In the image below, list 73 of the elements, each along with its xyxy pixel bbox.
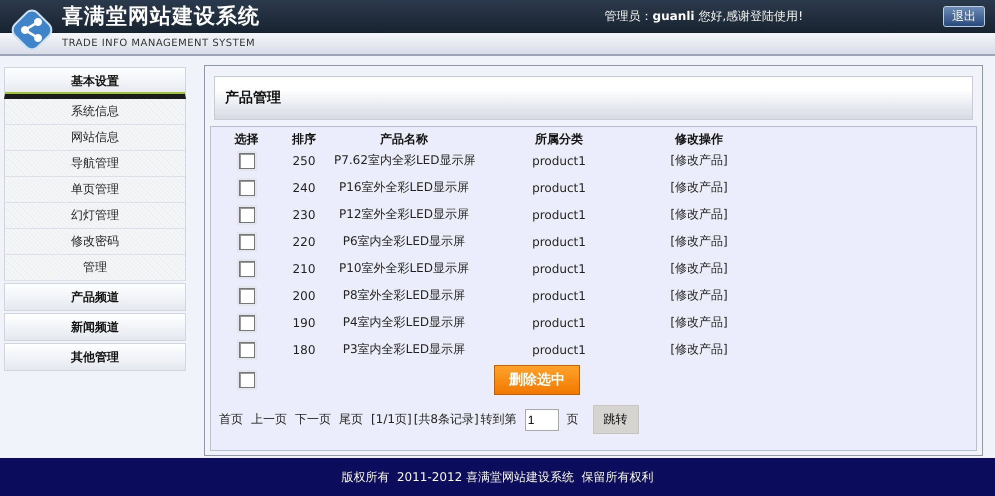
edit-link[interactable]: [修改产品] — [644, 152, 754, 169]
table-cell-text: 250 — [292, 154, 316, 168]
pagination-link[interactable]: 首页 — [219, 411, 243, 428]
checkbox[interactable] — [238, 152, 254, 168]
sidebar-group-header[interactable]: 新闻频道 — [4, 313, 186, 341]
page-info: [1/1页] — [371, 411, 412, 428]
table-cell-text: 190 — [292, 316, 316, 330]
sidebar-item[interactable]: 单页管理 — [4, 177, 186, 203]
page-unit: 页 — [566, 411, 579, 428]
table-cell: P7.62室内全彩LED显示屏 — [334, 152, 474, 169]
table-cell-text: product1 — [531, 180, 587, 194]
pagination-link[interactable]: 下一页 — [295, 411, 331, 428]
table-cell-text: P16室外全彩LED显示屏 — [338, 179, 470, 196]
checkbox[interactable] — [238, 288, 254, 304]
checkbox[interactable] — [238, 314, 254, 330]
table-cell-text: product1 — [531, 316, 587, 330]
sidebar-item[interactable]: 管理 — [4, 255, 186, 281]
checkbox[interactable] — [238, 342, 254, 358]
column-header: 修改操作 — [674, 131, 724, 148]
table-cell-text: 210 — [292, 262, 316, 276]
checkbox[interactable] — [238, 372, 254, 388]
table-cell-text: P10室外全彩LED显示屏 — [338, 260, 470, 277]
panel-title: 产品管理 — [214, 76, 973, 120]
table-cell-text: P6室内全彩LED显示屏 — [342, 233, 466, 250]
table-cell-text: 240 — [292, 180, 316, 194]
record-count: [共8条记录] — [414, 411, 479, 428]
table-cell-text: 200 — [292, 288, 316, 302]
table-cell-text: 180 — [292, 342, 316, 356]
edit-link[interactable]: [修改产品] — [644, 341, 754, 358]
sidebar-item[interactable]: 导航管理 — [4, 151, 186, 177]
sidebar-item[interactable]: 修改密码 — [4, 229, 186, 255]
sidebar-group-header[interactable]: 其他管理 — [4, 343, 186, 371]
goto-label: 转到第 — [480, 411, 517, 428]
copyright-text: 版权所有 2011-2012 喜满堂网站建设系统 保留所有权利 — [341, 468, 654, 486]
page-input[interactable]: 1 — [524, 408, 559, 430]
sidebar-group-header[interactable]: 基本设置 — [4, 67, 186, 99]
sidebar-item[interactable]: 系统信息 — [4, 99, 186, 125]
table-cell-text: product1 — [531, 154, 587, 168]
edit-link[interactable]: [修改产品] — [644, 233, 754, 250]
table-cell-text: P3室内全彩LED显示屏 — [342, 341, 466, 358]
table-cell-text: product1 — [531, 288, 587, 302]
table-cell-text: 230 — [292, 208, 316, 222]
site-title: 喜满堂网站建设系统 — [62, 2, 260, 30]
column-header: 选择 — [234, 131, 260, 148]
jump-button[interactable]: 跳转 — [592, 405, 639, 434]
table-cell-text: product1 — [531, 342, 587, 356]
sidebar-group-header[interactable]: 产品频道 — [4, 283, 186, 311]
edit-link[interactable]: [修改产品] — [644, 287, 754, 304]
pagination-link[interactable]: 上一页 — [251, 411, 287, 428]
checkbox[interactable] — [238, 180, 254, 196]
sidebar-item[interactable]: 幻灯管理 — [4, 203, 186, 229]
table-cell-text: product1 — [531, 234, 587, 248]
edit-link[interactable]: [修改产品] — [644, 260, 754, 277]
edit-link[interactable]: [修改产品] — [644, 179, 754, 196]
sidebar-item[interactable]: 网站信息 — [4, 125, 186, 151]
pagination-link[interactable]: 尾页 — [339, 411, 363, 428]
table-cell-text: product1 — [531, 262, 587, 276]
column-header: 产品名称 — [379, 131, 429, 148]
edit-link[interactable]: [修改产品] — [644, 314, 754, 331]
edit-link[interactable]: [修改产品] — [644, 206, 754, 223]
table-cell-text: P8室外全彩LED显示屏 — [342, 287, 466, 304]
checkbox[interactable] — [238, 260, 254, 276]
checkbox[interactable] — [238, 206, 254, 222]
site-subtitle: TRADE INFO MANAGEMENT SYSTEM — [62, 38, 256, 49]
column-header: 所属分类 — [534, 131, 584, 148]
table-cell-text: product1 — [531, 208, 587, 222]
logout-button[interactable]: 退出 — [943, 6, 985, 27]
table-cell-text: P4室内全彩LED显示屏 — [342, 314, 466, 331]
table-cell-text: P12室外全彩LED显示屏 — [338, 206, 470, 223]
checkbox[interactable] — [238, 234, 254, 250]
table-cell-text: 220 — [292, 234, 316, 248]
column-header: 排序 — [290, 131, 317, 148]
greeting-text: 管理员：guanli 您好,感谢登陆使用! — [604, 8, 803, 25]
